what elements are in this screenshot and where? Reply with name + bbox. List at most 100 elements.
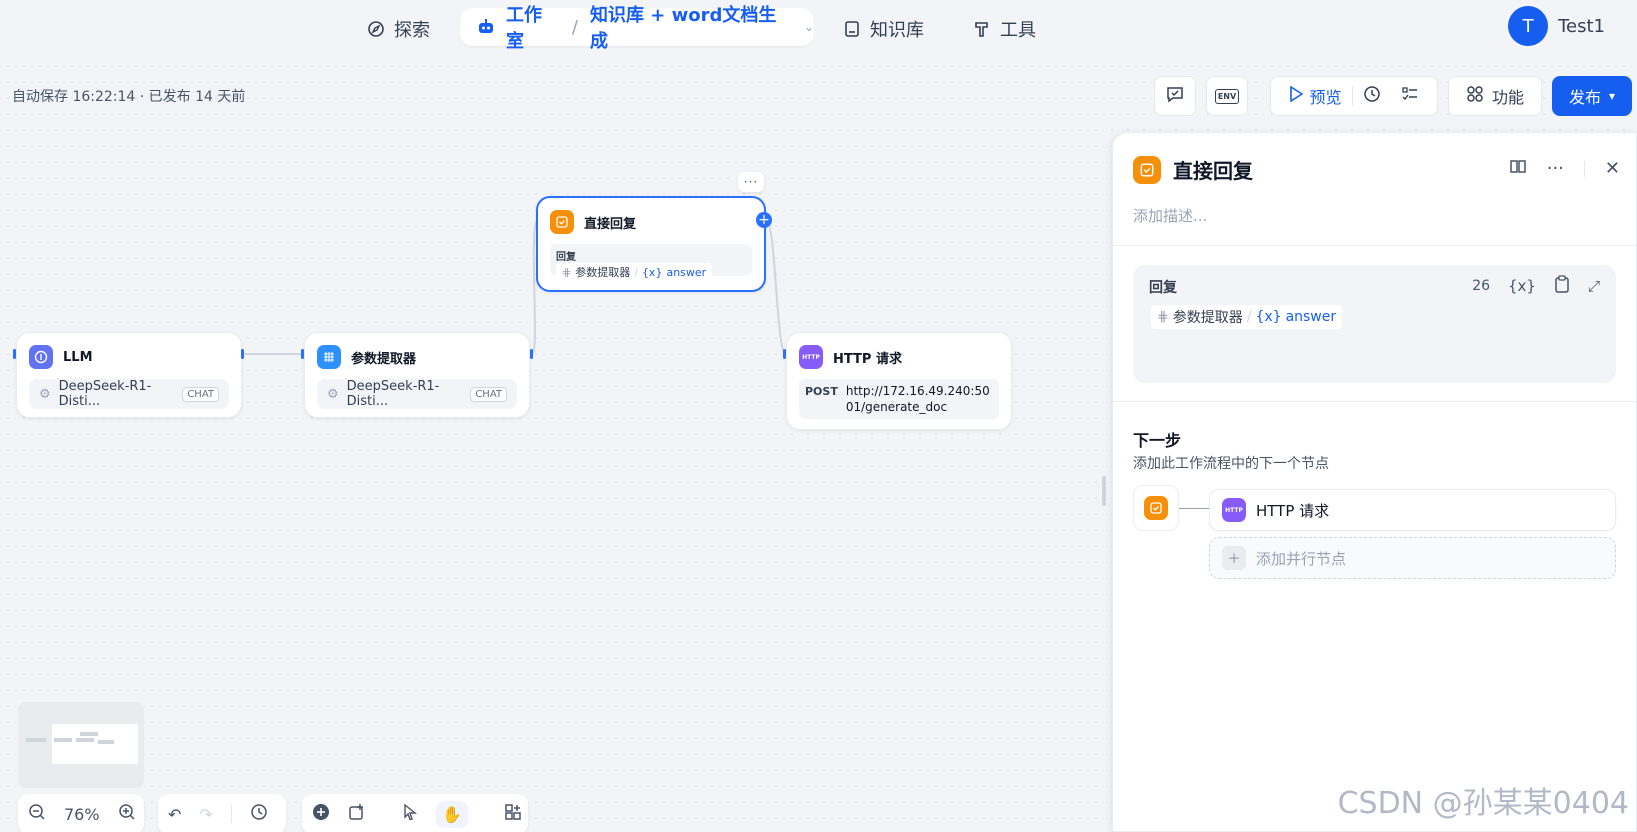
- features-button[interactable]: 功能: [1448, 76, 1542, 116]
- reply-icon: [550, 210, 574, 234]
- variable-node: 参数提取器: [1172, 310, 1243, 326]
- reply-icon: [1144, 496, 1168, 520]
- checklist-button[interactable]: [1154, 76, 1196, 116]
- run-history-button[interactable]: [1353, 77, 1391, 115]
- reply-icon: [1133, 155, 1161, 184]
- nav-explore[interactable]: 探索: [366, 12, 430, 46]
- nav-knowledge[interactable]: 知识库: [842, 12, 924, 46]
- add-node-icon[interactable]: [312, 803, 330, 825]
- expand-icon[interactable]: ⤢: [1588, 277, 1600, 295]
- add-parallel-node-button[interactable]: + 添加并行节点: [1209, 537, 1616, 579]
- user-name[interactable]: Test1: [1558, 16, 1605, 37]
- preview-button[interactable]: 预览: [1279, 77, 1351, 115]
- extractor-small-icon: ⋕: [562, 265, 572, 279]
- book-open-icon[interactable]: [1509, 157, 1527, 180]
- preview-group: 预览: [1270, 76, 1438, 116]
- panel-title[interactable]: 直接回复: [1173, 155, 1253, 184]
- minimap[interactable]: [18, 702, 144, 788]
- plus-icon: +: [1222, 546, 1246, 570]
- model-row[interactable]: ⚙ DeepSeek-R1-Disti... CHAT: [317, 379, 517, 409]
- variable-name: answer: [666, 265, 707, 279]
- panel-resize-handle[interactable]: [1102, 476, 1106, 506]
- reply-editor[interactable]: 回复 26 {x} ⤢ ⋕ 参数提取器 / {x} answer: [1133, 265, 1616, 383]
- http-method: POST: [805, 385, 838, 398]
- next-step-subtitle: 添加此工作流程中的下一个节点: [1133, 456, 1329, 472]
- autosave-status: 自动保存 16:22:14 · 已发布 14 天前: [12, 89, 246, 105]
- extractor-small-icon: ⋕: [1157, 309, 1169, 325]
- redo-icon[interactable]: ↷: [199, 805, 212, 824]
- nav-studio-pill[interactable]: 工作室 / 知识库 + word文档生成 ⌄: [460, 5, 814, 52]
- reply-preview: 回复 ⋕ 参数提取器 / {x} answer: [550, 244, 752, 281]
- publish-button[interactable]: 发布 ▾: [1552, 76, 1632, 116]
- reply-content[interactable]: ⋕ 参数提取器 / {x} answer: [1151, 305, 1343, 329]
- variable-icon: {x}: [641, 265, 663, 279]
- node-llm[interactable]: LLM ⚙ DeepSeek-R1-Disti... CHAT: [16, 332, 242, 418]
- list-check-icon: [1401, 85, 1419, 107]
- input-port[interactable]: [13, 349, 16, 359]
- compass-icon: [366, 19, 386, 39]
- pointer-icon[interactable]: [402, 803, 418, 825]
- zoom-out-icon[interactable]: [28, 803, 46, 825]
- layout-icon[interactable]: [504, 803, 522, 825]
- env-button[interactable]: ENV: [1206, 76, 1248, 116]
- http-preview: POST http://172.16.49.240:5001/generate_…: [799, 379, 999, 419]
- minimap-node: [54, 738, 72, 742]
- node-header: LLM: [29, 345, 93, 369]
- add-note-icon[interactable]: [348, 803, 366, 825]
- node-header: 参数提取器: [317, 345, 416, 369]
- node-title: 直接回复: [584, 216, 637, 232]
- clipboard-icon[interactable]: [1554, 275, 1570, 297]
- minimap-viewport[interactable]: [52, 724, 138, 764]
- node-http-request[interactable]: HTTP HTTP 请求 POST http://172.16.49.240:5…: [786, 332, 1012, 430]
- more-icon[interactable]: ···: [1547, 158, 1564, 179]
- nav-app-name[interactable]: 知识库 + word文档生成: [590, 1, 794, 53]
- reply-label: 回复: [1149, 280, 1177, 296]
- http-icon: HTTP: [799, 345, 823, 369]
- chat-check-icon: [1165, 84, 1185, 108]
- model-row[interactable]: ⚙ DeepSeek-R1-Disti... CHAT: [29, 379, 229, 409]
- zoom-level[interactable]: 76%: [64, 805, 100, 824]
- current-node-thumb: [1133, 485, 1179, 531]
- play-icon: [1289, 85, 1304, 106]
- output-port[interactable]: [241, 349, 244, 359]
- nav-tools[interactable]: 工具: [972, 12, 1036, 46]
- divider: [1113, 401, 1636, 402]
- zoom-controls: 76%: [18, 794, 144, 832]
- extractor-icon: [317, 345, 341, 369]
- input-port[interactable]: [783, 349, 786, 359]
- output-port[interactable]: [530, 349, 533, 359]
- insert-variable-icon[interactable]: {x}: [1508, 277, 1536, 295]
- env-icon: ENV: [1214, 88, 1240, 104]
- nav-tools-label: 工具: [1000, 20, 1036, 41]
- user-menu[interactable]: T Test1: [1508, 6, 1605, 46]
- variable-name: answer: [1285, 309, 1337, 325]
- variable-chip: ⋕ 参数提取器 / {x} answer: [556, 263, 713, 281]
- avatar[interactable]: T: [1508, 6, 1549, 46]
- robot-icon: [476, 17, 496, 37]
- nav-studio-label[interactable]: 工作室: [506, 1, 560, 53]
- node-title: 参数提取器: [351, 351, 417, 367]
- divider: [1113, 245, 1636, 246]
- model-mode-tag: CHAT: [182, 386, 219, 402]
- add-next-node-button[interactable]: +: [756, 212, 772, 228]
- features-label: 功能: [1491, 88, 1524, 107]
- checklist-view-button[interactable]: [1391, 77, 1429, 115]
- description-input[interactable]: 添加描述...: [1133, 205, 1207, 226]
- separator: [230, 805, 232, 823]
- undo-icon[interactable]: ↶: [168, 805, 181, 824]
- node-direct-reply[interactable]: 直接回复 回复 ⋕ 参数提取器 / {x} answer: [536, 196, 766, 292]
- close-icon[interactable]: ✕: [1605, 158, 1620, 179]
- zoom-in-icon[interactable]: [118, 803, 136, 825]
- input-port[interactable]: [301, 349, 304, 359]
- minimap-node: [80, 732, 98, 736]
- connector-line: [1179, 508, 1209, 509]
- variable-icon: {x}: [1255, 309, 1282, 325]
- model-name: DeepSeek-R1-Disti...: [58, 379, 152, 409]
- history-icon[interactable]: [250, 803, 268, 825]
- node-more-button[interactable]: ···: [738, 172, 764, 192]
- chevron-down-icon[interactable]: ⌄: [804, 20, 814, 34]
- hand-icon[interactable]: ✋: [436, 800, 468, 828]
- node-parameter-extractor[interactable]: 参数提取器 ⚙ DeepSeek-R1-Disti... CHAT: [304, 332, 530, 418]
- next-node-item[interactable]: HTTP HTTP 请求: [1209, 489, 1616, 531]
- canvas-tools: ✋: [302, 794, 528, 832]
